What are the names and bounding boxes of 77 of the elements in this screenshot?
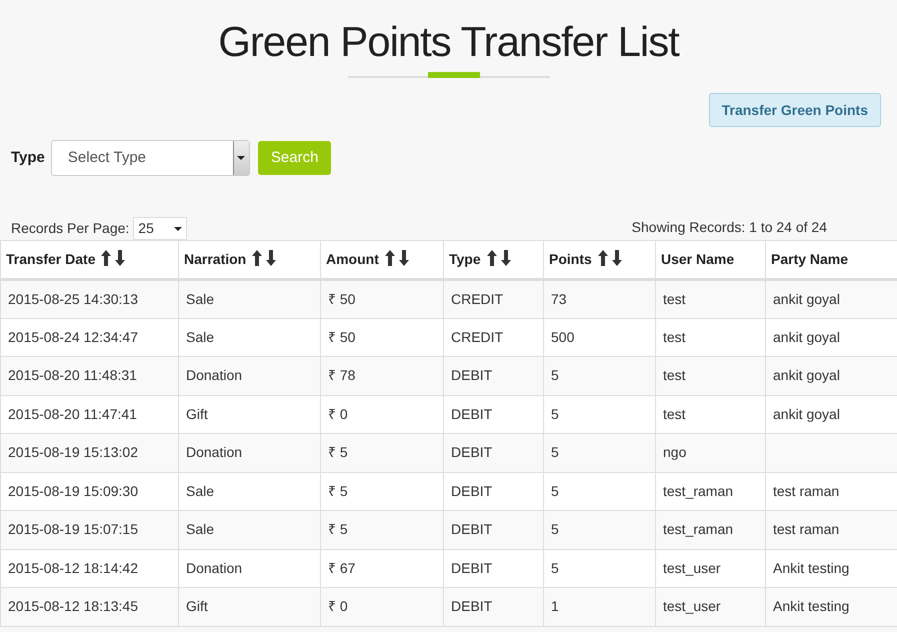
table-cell: 2015-08-20 11:48:31 [8, 367, 137, 384]
table-cell: 5 [551, 521, 559, 538]
table-cell: Donation [186, 560, 242, 576]
table-cell: ankit goyal [773, 328, 840, 345]
table-cell: DEBIT [451, 444, 492, 460]
column-header[interactable]: Points [544, 240, 656, 280]
table-cell: 73 [551, 290, 567, 307]
table-cell: DEBIT [451, 367, 492, 384]
table-cell: test_user [663, 560, 721, 576]
table-cell: test raman [773, 482, 840, 499]
table-cell: 2015-08-12 18:13:45 [8, 598, 138, 614]
table-cell: 500 [551, 328, 574, 345]
table-cell: DEBIT [451, 521, 492, 538]
column-header[interactable]: Type [444, 240, 544, 280]
table-cell: CREDIT [451, 328, 504, 345]
records-per-page-select[interactable]: 25 [133, 217, 188, 240]
table-cell: ₹ 0 [328, 598, 348, 614]
type-select[interactable]: Select Type [50, 140, 250, 176]
table-cell: test [663, 406, 686, 422]
table-cell: CREDIT [451, 290, 504, 307]
table-cell: 5 [551, 406, 559, 422]
table-cell: ₹ 5 [328, 444, 348, 460]
table-cell: ngo [663, 444, 686, 460]
table-cell: 2015-08-12 18:14:42 [8, 560, 138, 576]
table-cell: Sale [186, 290, 214, 307]
table-cell: Gift [186, 598, 208, 614]
dropdown-caret-icon [174, 226, 182, 230]
table-cell: test_user [663, 598, 721, 614]
records-per-page-label: Records Per Page: [11, 219, 130, 238]
type-label: Type [11, 148, 45, 168]
table-cell: test_raman [663, 521, 734, 538]
table-cell: 5 [551, 444, 559, 460]
dropdown-caret-icon [237, 156, 246, 160]
table-cell: 5 [551, 367, 559, 384]
table-cell: DEBIT [451, 598, 492, 614]
table-cell: Ankit testing [773, 560, 850, 576]
table-cell: ₹ 50 [328, 290, 356, 307]
table-cell: ₹ 50 [328, 328, 356, 345]
table-cell: ₹ 78 [328, 367, 356, 384]
table-cell: Donation [186, 444, 242, 460]
table-cell: 2015-08-19 15:13:02 [8, 444, 138, 460]
table-cell: DEBIT [451, 406, 492, 422]
table-cell: 1 [551, 598, 559, 614]
table-cell: Ankit testing [773, 598, 850, 614]
table-cell: ankit goyal [773, 367, 840, 384]
column-header[interactable]: Amount [320, 240, 444, 280]
table-cell: ankit goyal [773, 290, 840, 307]
column-header: User Name [656, 240, 766, 280]
transfer-points-button[interactable]: Transfer Green Points [708, 93, 881, 127]
showing-records-text: Showing Records: 1 to 24 of 24 [632, 218, 827, 237]
page-title: Green Points Transfer List [218, 17, 679, 67]
table-cell: ankit goyal [773, 406, 840, 422]
table-cell: 5 [551, 560, 559, 576]
table-cell: test [663, 367, 686, 384]
column-header[interactable]: Transfer Date [0, 240, 178, 280]
table-cell: ₹ 5 [328, 482, 348, 499]
table-cell: Sale [186, 521, 214, 538]
table-cell: ₹ 5 [328, 521, 348, 538]
table-cell: 2015-08-19 15:07:15 [8, 521, 138, 538]
table-cell: 2015-08-24 12:34:47 [8, 328, 138, 345]
table-cell: ₹ 0 [328, 406, 348, 422]
table-cell: DEBIT [451, 560, 492, 576]
table-cell: Donation [186, 367, 242, 384]
table-cell: Sale [186, 482, 214, 499]
table-cell: DEBIT [451, 482, 492, 499]
column-header[interactable]: Narration [178, 240, 320, 280]
table-cell: test [663, 328, 686, 345]
table-cell: test_raman [663, 482, 734, 499]
table-cell: 2015-08-25 14:30:13 [8, 290, 138, 307]
table-cell: Gift [186, 406, 208, 422]
table-cell: 5 [551, 482, 559, 499]
table-cell: 2015-08-20 11:47:41 [8, 406, 137, 422]
table-cell: test raman [773, 521, 840, 538]
table-cell: ₹ 67 [328, 560, 356, 576]
table-cell: test [663, 290, 686, 307]
table-cell: 2015-08-19 15:09:30 [8, 482, 138, 499]
table-cell: Sale [186, 328, 214, 345]
